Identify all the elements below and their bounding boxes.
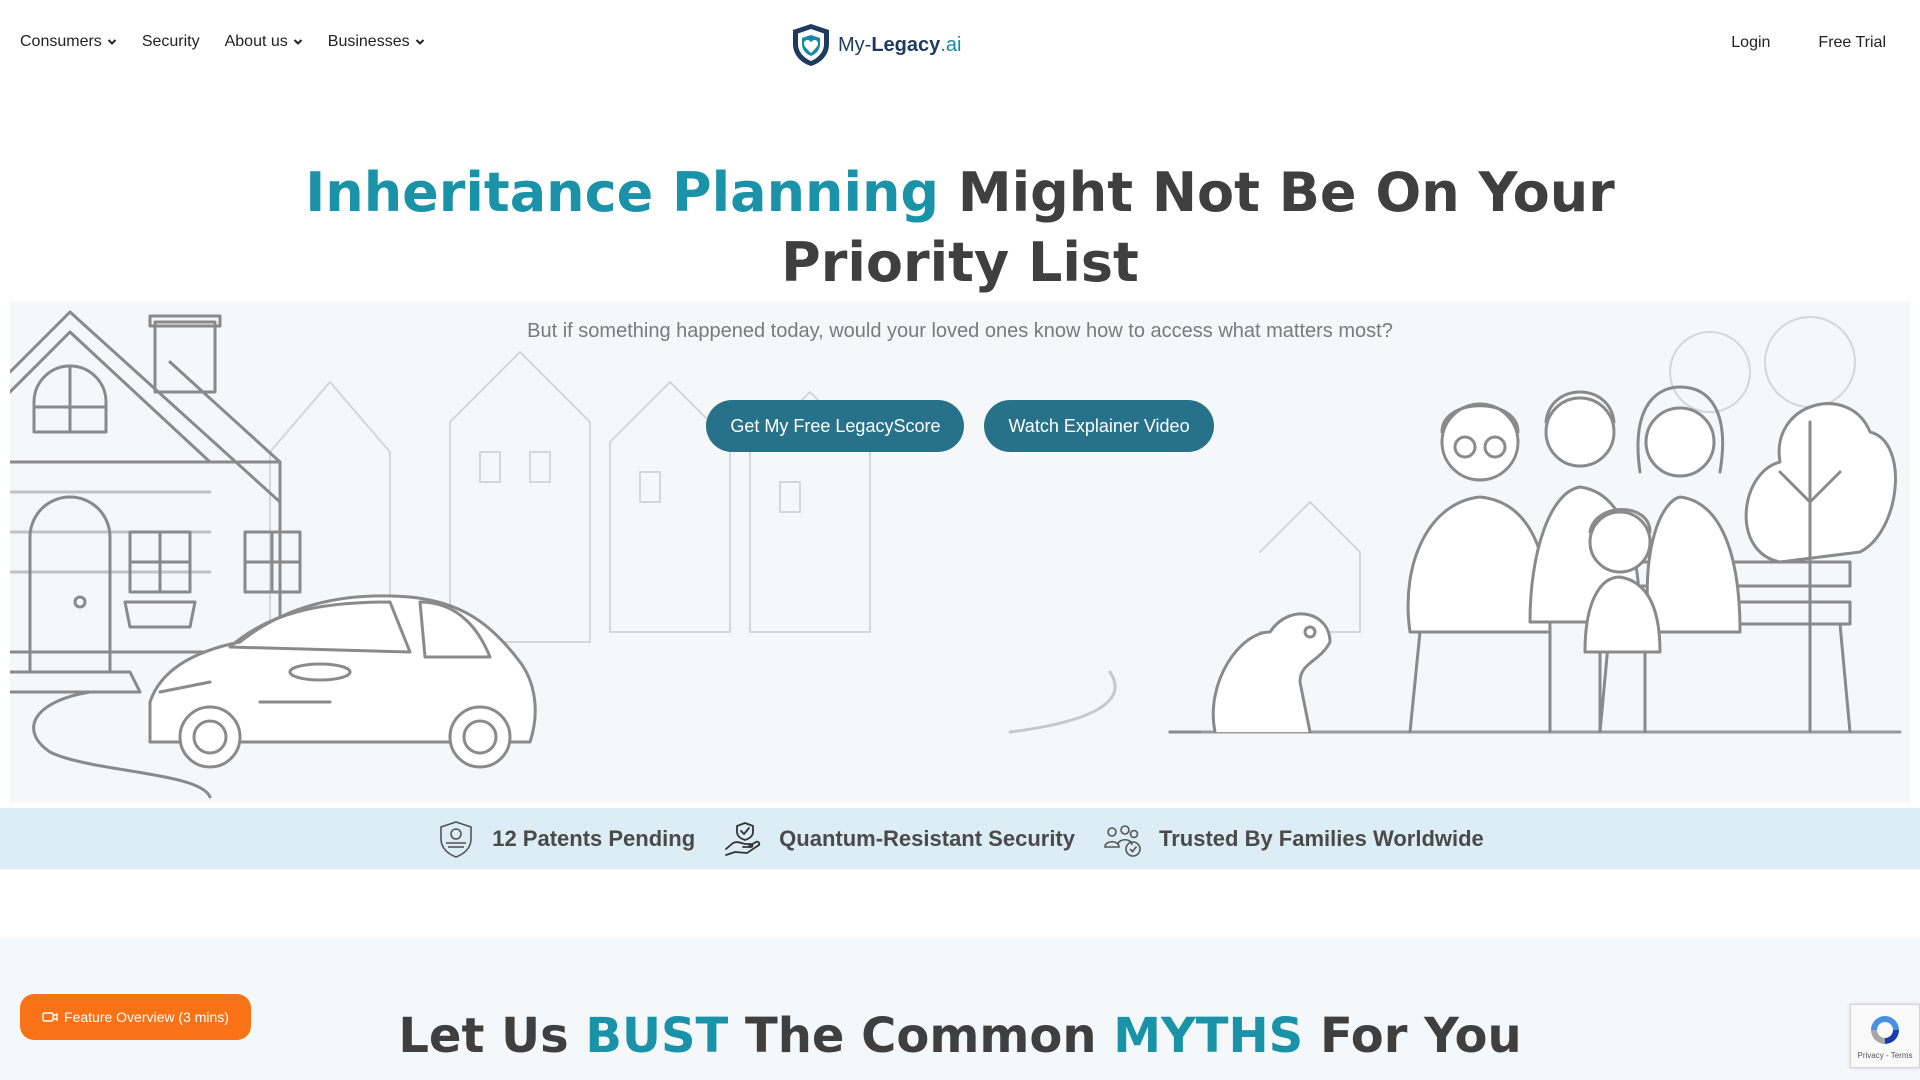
feature-overview-label: Feature Overview (3 mins) <box>64 1009 229 1025</box>
nav-item-label: Security <box>141 33 200 50</box>
recaptcha-logo-icon <box>1871 1015 1899 1044</box>
nav-item-label: Consumers <box>20 33 102 50</box>
video-camera-icon <box>42 1012 58 1022</box>
patent-badge-icon <box>440 820 473 858</box>
login-link[interactable]: Login <box>1731 34 1770 52</box>
nav-left-menu: Consumers Security About us Businesses <box>20 33 450 51</box>
myths-title-part: The Common <box>728 1008 1114 1064</box>
top-navigation: Consumers Security About us Businesses M… <box>0 0 1920 88</box>
trust-bar: 12 Patents Pending Quantum-Resistant Sec… <box>0 808 1920 869</box>
trust-label: Trusted By Families Worldwide <box>1159 825 1484 851</box>
logo-wordmark: My-Legacy.ai <box>838 34 961 57</box>
chevron-down-icon <box>107 39 117 45</box>
watch-explainer-video-button[interactable]: Watch Explainer Video <box>984 400 1214 452</box>
site-logo[interactable]: My-Legacy.ai <box>790 22 961 68</box>
trust-item-security: Quantum-Resistant Security <box>723 819 1075 859</box>
hero-subtitle: But if something happened today, would y… <box>527 320 1393 342</box>
recaptcha-text: Privacy - Terms <box>1857 1050 1913 1060</box>
get-free-legacyscore-button[interactable]: Get My Free LegacyScore <box>706 400 965 452</box>
hero-title: Inheritance Planning Might Not Be On You… <box>300 158 1620 298</box>
myths-title-part: Let Us <box>398 1008 586 1064</box>
myths-title-part: For You <box>1303 1008 1522 1064</box>
trust-item-patents: 12 Patents Pending <box>436 819 695 859</box>
free-trial-label: Free Trial <box>1818 34 1886 51</box>
nav-item-about-us[interactable]: About us <box>225 33 303 51</box>
free-trial-link[interactable]: Free Trial <box>1818 34 1886 52</box>
shield-heart-logo-icon <box>793 24 829 66</box>
nav-item-businesses[interactable]: Businesses <box>328 33 425 51</box>
trust-label: Quantum-Resistant Security <box>779 825 1075 851</box>
family-check-icon <box>1104 824 1141 857</box>
recaptcha-badge[interactable]: Privacy - Terms <box>1850 1004 1920 1068</box>
hero-button-group: Get My Free LegacyScore Watch Explainer … <box>0 400 1920 452</box>
trust-label: 12 Patents Pending <box>492 825 696 851</box>
nav-item-label: Businesses <box>327 33 410 50</box>
myths-title-accent: BUST <box>585 1008 729 1064</box>
trust-item-families: Trusted By Families Worldwide <box>1103 819 1484 859</box>
nav-right-menu: Login Free Trial <box>1683 34 1886 52</box>
logo-prefix: My- <box>838 33 872 56</box>
hero-title-accent: Inheritance Planning <box>305 161 940 224</box>
myths-title: Let Us BUST The Common MYTHS For You <box>0 1008 1920 1064</box>
hand-shield-icon <box>725 821 761 856</box>
nav-item-label: About us <box>224 33 288 50</box>
logo-bold: Legacy <box>871 33 941 56</box>
hero-illustration <box>10 302 1910 802</box>
feature-overview-button[interactable]: Feature Overview (3 mins) <box>20 994 251 1040</box>
chevron-down-icon <box>415 39 424 45</box>
myths-title-accent: MYTHS <box>1113 1008 1304 1064</box>
login-label: Login <box>1731 34 1771 51</box>
logo-suffix: .ai <box>940 33 962 56</box>
nav-item-security[interactable]: Security <box>142 33 200 51</box>
chevron-down-icon <box>293 39 302 45</box>
nav-item-consumers[interactable]: Consumers <box>20 33 117 51</box>
